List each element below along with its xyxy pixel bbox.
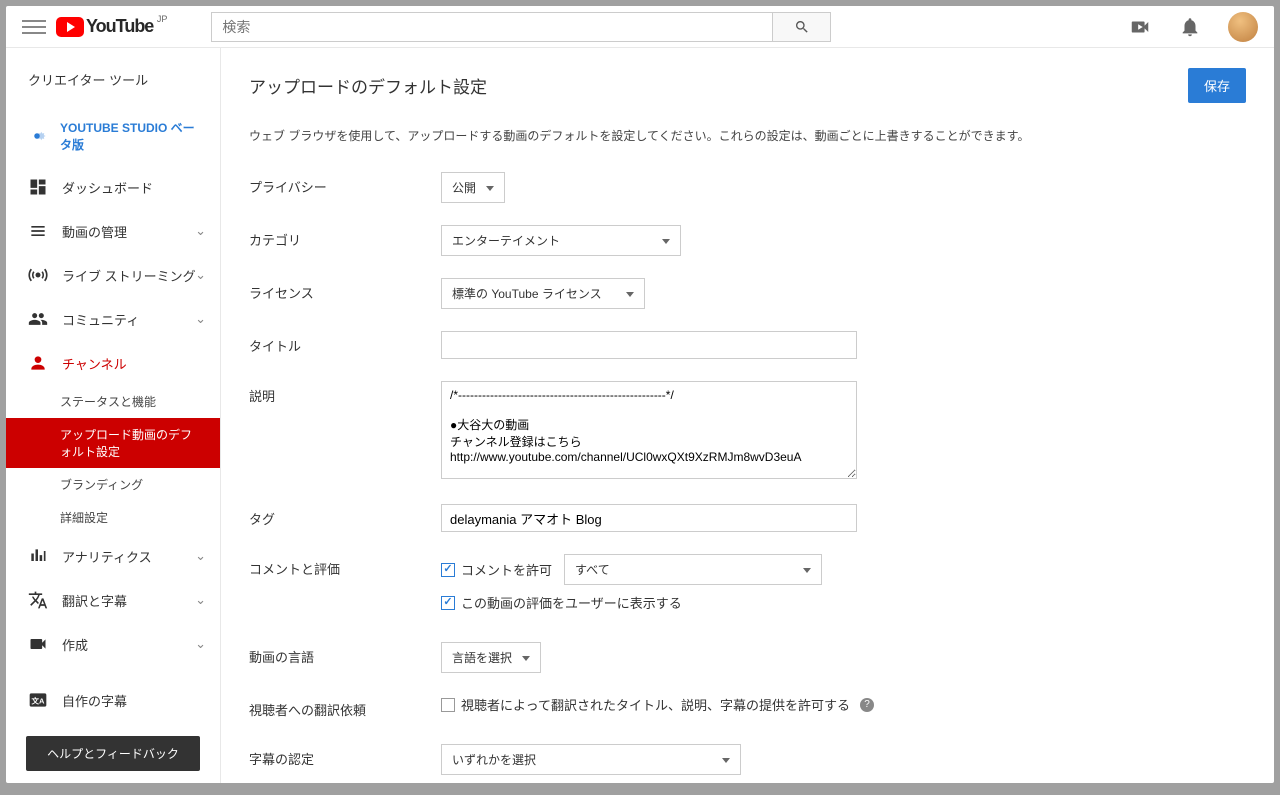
studio-icon	[26, 125, 48, 147]
translate-icon	[26, 590, 50, 610]
allow-comments-label: コメントを許可	[461, 560, 552, 579]
label-description: 説明	[249, 381, 441, 405]
sidebar-item-analytics[interactable]: アナリティクス ⌄	[6, 534, 220, 578]
sidebar-sub-advanced[interactable]: 詳細設定	[6, 501, 220, 534]
sidebar-sub-branding[interactable]: ブランディング	[6, 468, 220, 501]
chevron-down-icon: ⌄	[195, 311, 206, 327]
label-title: タイトル	[249, 331, 441, 355]
sidebar-item-label: コミュニティ	[62, 310, 139, 329]
notifications-icon[interactable]	[1178, 15, 1202, 39]
chevron-down-icon: ⌄	[195, 592, 206, 608]
chevron-down-icon: ⌄	[195, 548, 206, 564]
sidebar-item-channel[interactable]: チャンネル	[6, 341, 220, 385]
sidebar: クリエイター ツール YOUTUBE STUDIO ベータ版 ダッシュボード 動…	[6, 48, 221, 783]
caption-cert-select[interactable]: いずれかを選択	[441, 744, 741, 775]
page-description: ウェブ ブラウザを使用して、アップロードする動画のデフォルトを設定してください。…	[249, 127, 1246, 144]
label-caption-cert: 字幕の認定	[249, 744, 441, 768]
video-manager-icon	[26, 221, 50, 241]
title-input[interactable]	[441, 331, 857, 359]
header: YouTube JP	[6, 6, 1274, 48]
translation-request-label: 視聴者によって翻訳されたタイトル、説明、字幕の提供を許可する	[461, 695, 850, 714]
category-select[interactable]: エンターテイメント	[441, 225, 681, 256]
sidebar-item-label: ライブ ストリーミング	[62, 266, 196, 285]
label-tags: タグ	[249, 504, 441, 528]
description-textarea[interactable]: /*--------------------------------------…	[441, 381, 857, 479]
channel-icon	[26, 353, 50, 373]
page-title: アップロードのデフォルト設定	[249, 73, 487, 98]
sidebar-item-dashboard[interactable]: ダッシュボード	[6, 165, 220, 209]
sidebar-item-translations[interactable]: 翻訳と字幕 ⌄	[6, 578, 220, 622]
sidebar-item-label: 動画の管理	[62, 222, 127, 241]
sidebar-item-create[interactable]: 作成 ⌄	[6, 622, 220, 666]
sidebar-item-video-manager[interactable]: 動画の管理 ⌄	[6, 209, 220, 253]
search-button[interactable]	[773, 12, 831, 42]
help-icon[interactable]: ?	[860, 698, 874, 712]
sidebar-item-label: YOUTUBE STUDIO ベータ版	[60, 119, 200, 153]
sidebar-item-studio[interactable]: YOUTUBE STUDIO ベータ版	[6, 107, 220, 165]
sidebar-title: クリエイター ツール	[6, 62, 220, 107]
chevron-down-icon: ⌄	[195, 223, 206, 239]
avatar[interactable]	[1228, 12, 1258, 42]
show-ratings-checkbox[interactable]	[441, 596, 455, 610]
sidebar-item-label: 自作の字幕	[62, 691, 127, 710]
label-privacy: プライバシー	[249, 172, 441, 196]
feedback-button[interactable]: ヘルプとフィードバック	[26, 736, 200, 771]
sidebar-item-label: 作成	[62, 635, 88, 654]
youtube-logo[interactable]: YouTube JP	[56, 16, 153, 37]
sidebar-item-label: チャンネル	[62, 354, 127, 373]
chevron-down-icon: ⌄	[195, 636, 206, 652]
menu-icon[interactable]	[22, 15, 46, 39]
sidebar-item-label: アナリティクス	[62, 547, 152, 566]
label-language: 動画の言語	[249, 642, 441, 666]
allow-comments-checkbox[interactable]	[441, 563, 455, 577]
language-select[interactable]: 言語を選択	[441, 642, 541, 673]
comments-filter-select[interactable]: すべて	[564, 554, 822, 585]
sidebar-sub-status[interactable]: ステータスと機能	[6, 385, 220, 418]
license-select[interactable]: 標準の YouTube ライセンス	[441, 278, 645, 309]
sidebar-sub-upload-defaults[interactable]: アップロード動画のデフォルト設定	[6, 418, 220, 468]
sidebar-item-own-subtitles[interactable]: 文A 自作の字幕	[6, 678, 220, 722]
sidebar-item-community[interactable]: コミュニティ ⌄	[6, 297, 220, 341]
label-license: ライセンス	[249, 278, 441, 302]
sidebar-item-live[interactable]: ライブ ストリーミング ⌄	[6, 253, 220, 297]
create-icon	[26, 634, 50, 654]
search-icon	[794, 19, 810, 35]
translation-request-checkbox[interactable]	[441, 698, 455, 712]
sidebar-item-label: ダッシュボード	[62, 178, 153, 197]
upload-icon[interactable]	[1128, 15, 1152, 39]
sidebar-item-label: 翻訳と字幕	[62, 591, 127, 610]
svg-text:文A: 文A	[32, 695, 45, 705]
subtitles-icon: 文A	[26, 690, 50, 710]
label-translation-request: 視聴者への翻訳依頼	[249, 695, 441, 719]
tags-input[interactable]	[441, 504, 857, 532]
show-ratings-label: この動画の評価をユーザーに表示する	[461, 593, 682, 612]
community-icon	[26, 309, 50, 329]
main-content: アップロードのデフォルト設定 保存 ウェブ ブラウザを使用して、アップロードする…	[221, 48, 1274, 783]
search-input[interactable]	[211, 12, 773, 42]
analytics-icon	[26, 546, 50, 566]
privacy-select[interactable]: 公開	[441, 172, 505, 203]
label-comments: コメントと評価	[249, 554, 441, 578]
dashboard-icon	[26, 177, 50, 197]
save-button[interactable]: 保存	[1188, 68, 1246, 103]
label-category: カテゴリ	[249, 225, 441, 249]
chevron-down-icon: ⌄	[195, 267, 206, 283]
live-icon	[26, 265, 50, 285]
